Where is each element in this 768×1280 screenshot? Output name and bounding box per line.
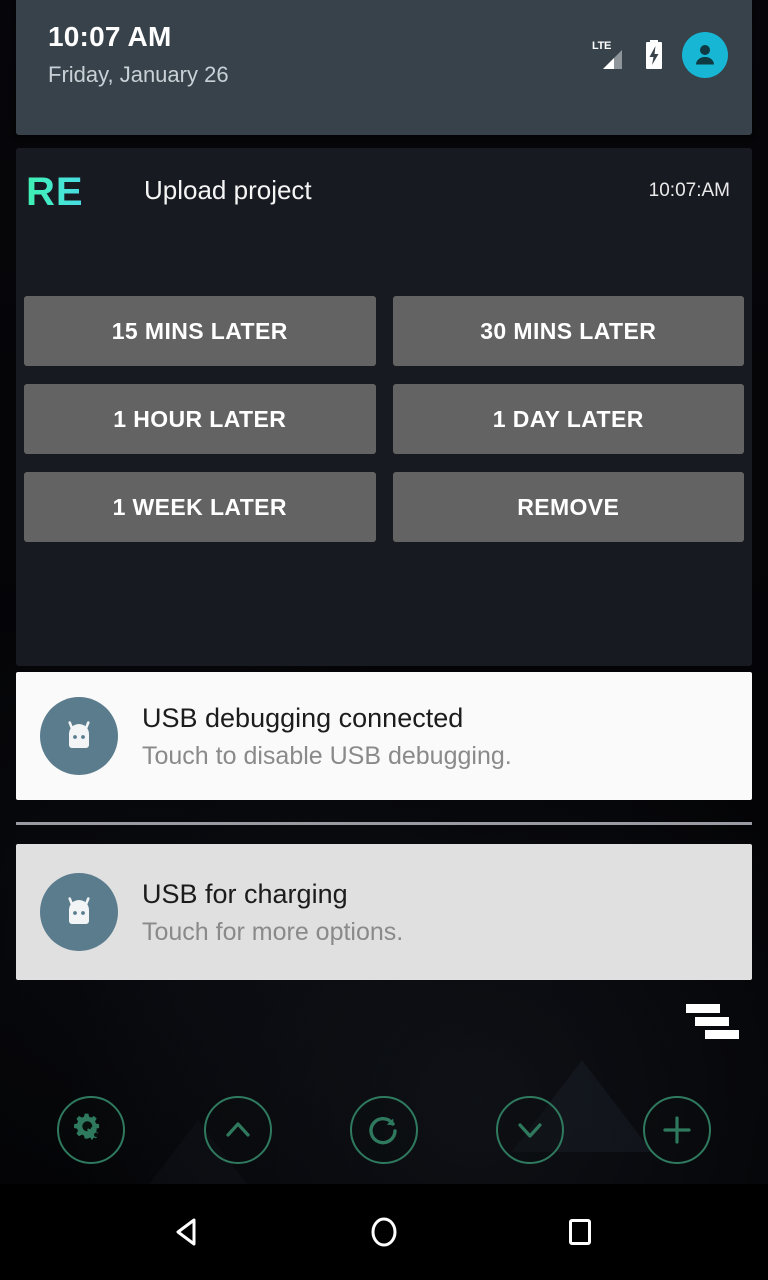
clear-bar bbox=[686, 1004, 720, 1013]
android-robot-icon bbox=[40, 697, 118, 775]
chevron-down-icon bbox=[518, 1123, 542, 1138]
refresh-icon bbox=[369, 1116, 397, 1145]
quick-control-row bbox=[0, 1090, 768, 1170]
nav-back[interactable] bbox=[158, 1202, 218, 1262]
action-1-hour-later[interactable]: 1 HOUR LATER bbox=[24, 384, 376, 454]
action-15-mins-later[interactable]: 15 MINS LATER bbox=[24, 296, 376, 366]
android-navigation-bar bbox=[0, 1184, 768, 1280]
control-scroll-up[interactable] bbox=[203, 1096, 272, 1164]
action-1-day-later[interactable]: 1 DAY LATER bbox=[392, 384, 744, 454]
notification-divider bbox=[16, 822, 752, 825]
nav-recents[interactable] bbox=[550, 1202, 610, 1262]
notification-subtitle: Touch to disable USB debugging. bbox=[142, 741, 512, 770]
status-icon-group: LTE bbox=[592, 32, 728, 78]
action-30-mins-later[interactable]: 30 MINS LATER bbox=[392, 296, 744, 366]
signal-triangle-icon: LTE bbox=[592, 38, 626, 72]
notification-subtitle: Touch for more options. bbox=[142, 917, 404, 946]
notification-text-block: USB for charging Touch for more options. bbox=[142, 876, 403, 949]
shade-header-panel: 10:07 AM Friday, January 26 LTE bbox=[16, 0, 752, 135]
action-1-week-later[interactable]: 1 WEEK LATER bbox=[24, 472, 376, 542]
home-circle-icon bbox=[371, 1217, 397, 1247]
notification-header: RE Upload project 10:07:AM bbox=[16, 148, 752, 238]
android-robot-icon bbox=[40, 873, 118, 951]
notification-title: Upload project bbox=[144, 175, 312, 205]
control-refresh[interactable] bbox=[349, 1096, 418, 1164]
battery-charging-icon bbox=[643, 39, 665, 71]
plus-icon bbox=[663, 1116, 691, 1144]
network-type-label: LTE bbox=[592, 40, 612, 52]
notification-card-upload-project[interactable]: RE Upload project 10:07:AM 15 MINS LATER… bbox=[16, 148, 752, 666]
notification-text-block: USB debugging connected Touch to disable… bbox=[142, 700, 512, 773]
app-logo: RE bbox=[26, 170, 84, 214]
clear-bar bbox=[705, 1030, 739, 1039]
clear-bar bbox=[695, 1017, 729, 1026]
notification-card-usb-charging[interactable]: USB for charging Touch for more options. bbox=[16, 844, 752, 980]
clear-all-notifications-icon[interactable] bbox=[686, 1002, 742, 1042]
control-settings[interactable] bbox=[57, 1096, 126, 1164]
control-scroll-down[interactable] bbox=[496, 1096, 565, 1164]
user-avatar-icon[interactable] bbox=[682, 32, 728, 78]
notification-timestamp: 10:07:AM bbox=[648, 180, 730, 201]
notification-title: USB debugging connected bbox=[142, 702, 464, 733]
recents-square-icon bbox=[569, 1219, 591, 1245]
nav-home[interactable] bbox=[354, 1202, 414, 1262]
notification-card-usb-debugging[interactable]: USB debugging connected Touch to disable… bbox=[16, 672, 752, 800]
android-notification-shade: 10:07 AM Friday, January 26 LTE RE Uploa… bbox=[0, 0, 768, 1280]
action-remove[interactable]: REMOVE bbox=[392, 472, 744, 542]
control-add[interactable] bbox=[642, 1096, 711, 1164]
back-triangle-icon bbox=[176, 1218, 196, 1246]
notification-action-grid: 15 MINS LATER 30 MINS LATER 1 HOUR LATER… bbox=[24, 296, 744, 542]
notification-title: USB for charging bbox=[142, 878, 348, 909]
chevron-up-icon bbox=[225, 1122, 250, 1137]
gear-icon bbox=[74, 1113, 100, 1140]
